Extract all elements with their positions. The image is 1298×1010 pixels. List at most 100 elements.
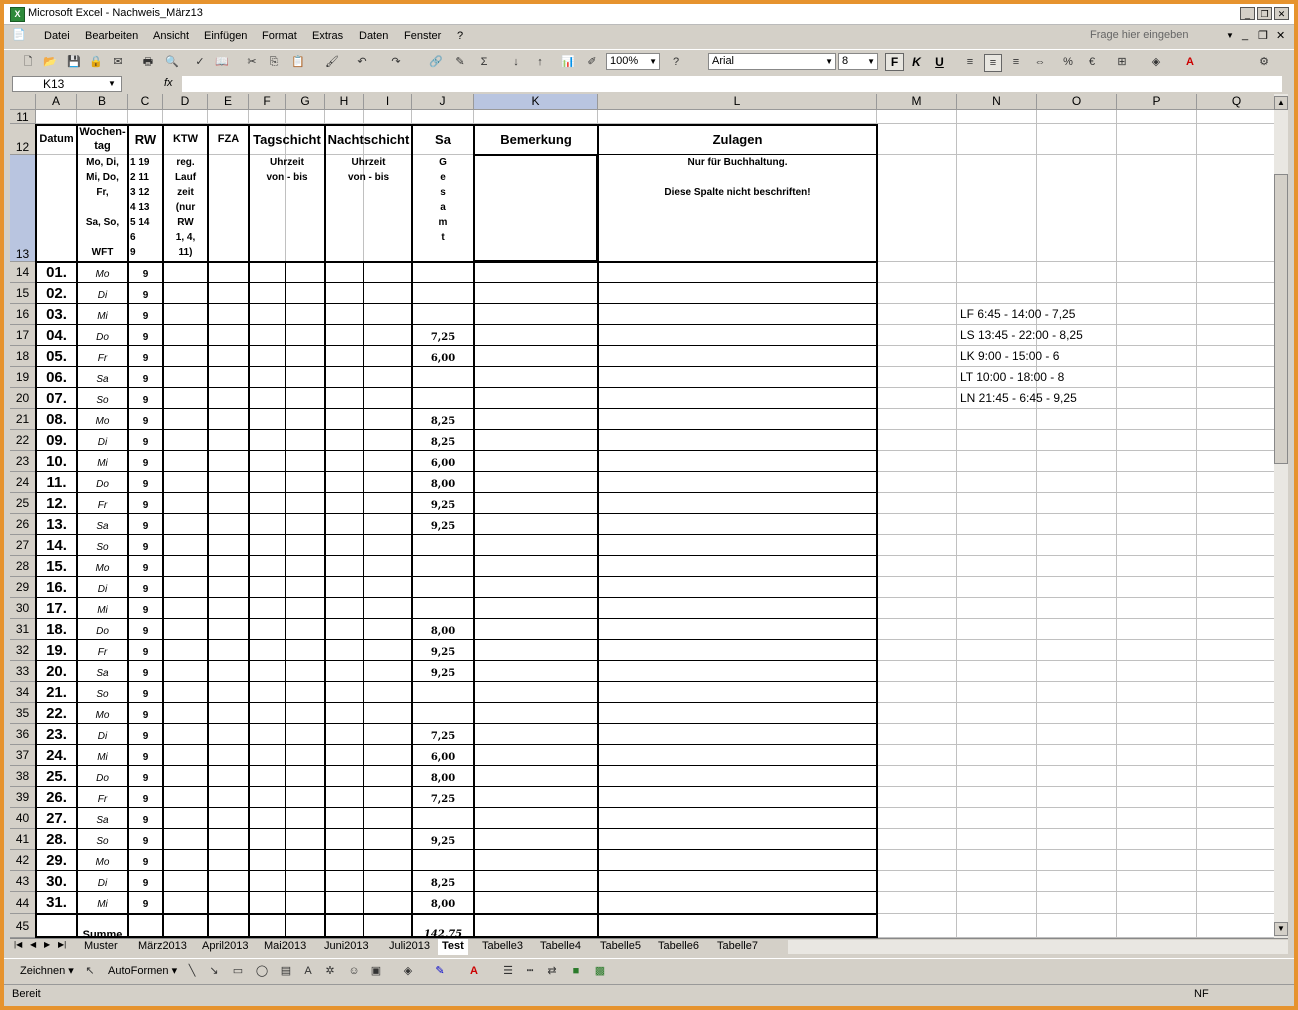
cut-icon[interactable]: ✂	[244, 54, 260, 70]
shadow-icon[interactable]: ■	[568, 963, 584, 979]
sheet-tab-tabelle5[interactable]: Tabelle5	[596, 939, 645, 955]
row-header-43[interactable]: 43	[10, 871, 36, 892]
row-header-19[interactable]: 19	[10, 367, 36, 388]
sheet-tab-juni2013[interactable]: Juni2013	[320, 939, 373, 955]
column-header-o[interactable]: O	[1037, 94, 1117, 110]
wordart-icon[interactable]: A	[300, 963, 316, 979]
row-header-44[interactable]: 44	[10, 892, 36, 914]
permission-icon[interactable]: 🔒	[88, 54, 104, 70]
row-header-30[interactable]: 30	[10, 598, 36, 619]
doc-close-button[interactable]: ✕	[1276, 29, 1285, 42]
maximize-button[interactable]: ❐	[1257, 7, 1272, 20]
row-header-24[interactable]: 24	[10, 472, 36, 493]
row-header-13[interactable]: 13	[10, 155, 36, 262]
name-box[interactable]: K13	[12, 76, 122, 92]
menu-format[interactable]: Format	[262, 30, 297, 42]
row-header-22[interactable]: 22	[10, 430, 36, 451]
column-header-a[interactable]: A	[36, 94, 77, 110]
first-sheet-icon[interactable]: |◀	[14, 940, 22, 949]
menu-help[interactable]: ?	[457, 30, 463, 42]
align-right-icon[interactable]: ≡	[1008, 54, 1024, 70]
line-color-icon[interactable]: ✎	[432, 963, 448, 979]
sort-descending-icon[interactable]: ↑	[532, 54, 548, 70]
menu-einfuegen[interactable]: Einfügen	[204, 30, 247, 42]
row-header-32[interactable]: 32	[10, 640, 36, 661]
sheet-tab-märz2013[interactable]: März2013	[134, 939, 191, 955]
column-header-m[interactable]: M	[877, 94, 957, 110]
new-icon[interactable]: 🗋	[20, 54, 36, 70]
sheet-tab-april2013[interactable]: April2013	[198, 939, 252, 955]
rectangle-icon[interactable]: ▭	[230, 963, 246, 979]
print-icon[interactable]: 🖶	[140, 54, 156, 70]
menu-extras[interactable]: Extras	[312, 30, 343, 42]
next-sheet-icon[interactable]: ▶	[44, 940, 50, 949]
row-header-16[interactable]: 16	[10, 304, 36, 325]
font-select[interactable]: Arial ▼	[708, 53, 836, 70]
horizontal-scrollbar[interactable]	[788, 940, 1288, 954]
ask-dropdown-icon[interactable]: ▼	[1226, 31, 1234, 40]
align-center-icon[interactable]: ≡	[984, 54, 1002, 72]
column-header-c[interactable]: C	[128, 94, 163, 110]
row-header-26[interactable]: 26	[10, 514, 36, 535]
row-header-17[interactable]: 17	[10, 325, 36, 346]
bold-button[interactable]: F	[885, 53, 904, 71]
email-icon[interactable]: ✉	[110, 54, 126, 70]
paste-icon[interactable]: 📋	[290, 54, 306, 70]
redo-icon[interactable]: ↷	[388, 54, 404, 70]
sheet-tab-tabelle3[interactable]: Tabelle3	[478, 939, 527, 955]
scroll-up-icon[interactable]: ▲	[1274, 96, 1288, 110]
column-header-d[interactable]: D	[163, 94, 208, 110]
column-header-b[interactable]: B	[77, 94, 128, 110]
menu-daten[interactable]: Daten	[359, 30, 388, 42]
doc-restore-button[interactable]: ❐	[1258, 29, 1268, 42]
row-header-23[interactable]: 23	[10, 451, 36, 472]
align-left-icon[interactable]: ≡	[962, 54, 978, 70]
select-objects-icon[interactable]: ↖	[82, 963, 98, 979]
copy-icon[interactable]: ⎘	[266, 54, 282, 70]
row-header-40[interactable]: 40	[10, 808, 36, 829]
row-header-45[interactable]: 45	[10, 914, 36, 938]
row-header-25[interactable]: 25	[10, 493, 36, 514]
line-icon[interactable]: ╲	[184, 963, 200, 979]
sheet-tab-test[interactable]: Test	[438, 939, 468, 955]
italic-button[interactable]: K	[907, 53, 926, 71]
row-header-36[interactable]: 36	[10, 724, 36, 745]
column-header-f[interactable]: F	[249, 94, 286, 110]
row-header-34[interactable]: 34	[10, 682, 36, 703]
zoom-select[interactable]: 100% ▼	[606, 53, 660, 70]
row-header-35[interactable]: 35	[10, 703, 36, 724]
row-header-37[interactable]: 37	[10, 745, 36, 766]
selected-cell-k13[interactable]	[473, 154, 598, 262]
font-color-draw-icon[interactable]: A	[466, 963, 482, 979]
chart-wizard-icon[interactable]: 📊	[560, 54, 576, 70]
borders-icon[interactable]: ⊞	[1114, 54, 1130, 70]
sheet-tab-tabelle6[interactable]: Tabelle6	[654, 939, 703, 955]
arrow-icon[interactable]: ↘	[206, 963, 222, 979]
minimize-button[interactable]: _	[1240, 7, 1255, 20]
line-style-icon[interactable]: ☰	[500, 963, 516, 979]
clipart-icon[interactable]: ☺	[346, 963, 362, 979]
menu-fenster[interactable]: Fenster	[404, 30, 441, 42]
research-icon[interactable]: 📖	[214, 54, 230, 70]
arrow-style-icon[interactable]: ⇄	[544, 963, 560, 979]
row-header-33[interactable]: 33	[10, 661, 36, 682]
print-preview-icon[interactable]: 🔍	[164, 54, 180, 70]
menu-ansicht[interactable]: Ansicht	[153, 30, 189, 42]
row-header-11[interactable]: 11	[10, 110, 36, 124]
help-icon[interactable]: ?	[668, 54, 684, 70]
column-header-h[interactable]: H	[325, 94, 364, 110]
column-header-g[interactable]: G	[286, 94, 325, 110]
sheet-tab-juli2013[interactable]: Juli2013	[385, 939, 434, 955]
row-header-38[interactable]: 38	[10, 766, 36, 787]
ask-question-input[interactable]: Frage hier eingeben	[1090, 29, 1240, 45]
fill-color-icon[interactable]: ◈	[1148, 54, 1164, 70]
column-header-i[interactable]: I	[364, 94, 412, 110]
drawing-icon[interactable]: ✐	[584, 54, 600, 70]
sheet-tab-tabelle4[interactable]: Tabelle4	[536, 939, 585, 955]
format-painter-icon[interactable]: 🖌	[324, 54, 340, 70]
vertical-scrollbar[interactable]: ▲ ▼	[1274, 94, 1288, 938]
row-header-39[interactable]: 39	[10, 787, 36, 808]
scroll-thumb[interactable]	[1274, 174, 1288, 464]
row-header-12[interactable]: 12	[10, 124, 36, 155]
column-header-e[interactable]: E	[208, 94, 249, 110]
